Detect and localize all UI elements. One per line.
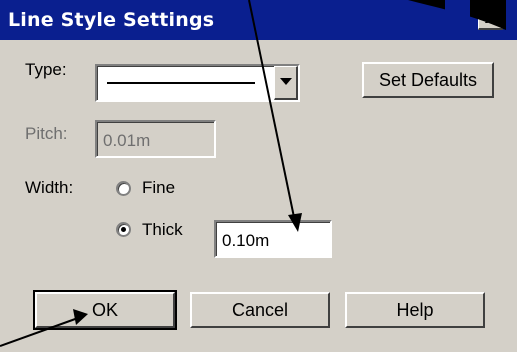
annotation-arrow-top — [248, 0, 296, 223]
heading-fragment-notch — [445, 0, 470, 30]
annotation-overlay — [0, 0, 506, 347]
annotation-arrow-bottom — [0, 317, 79, 347]
arrowhead-bottom — [73, 309, 88, 325]
arrowhead-top — [288, 213, 302, 232]
